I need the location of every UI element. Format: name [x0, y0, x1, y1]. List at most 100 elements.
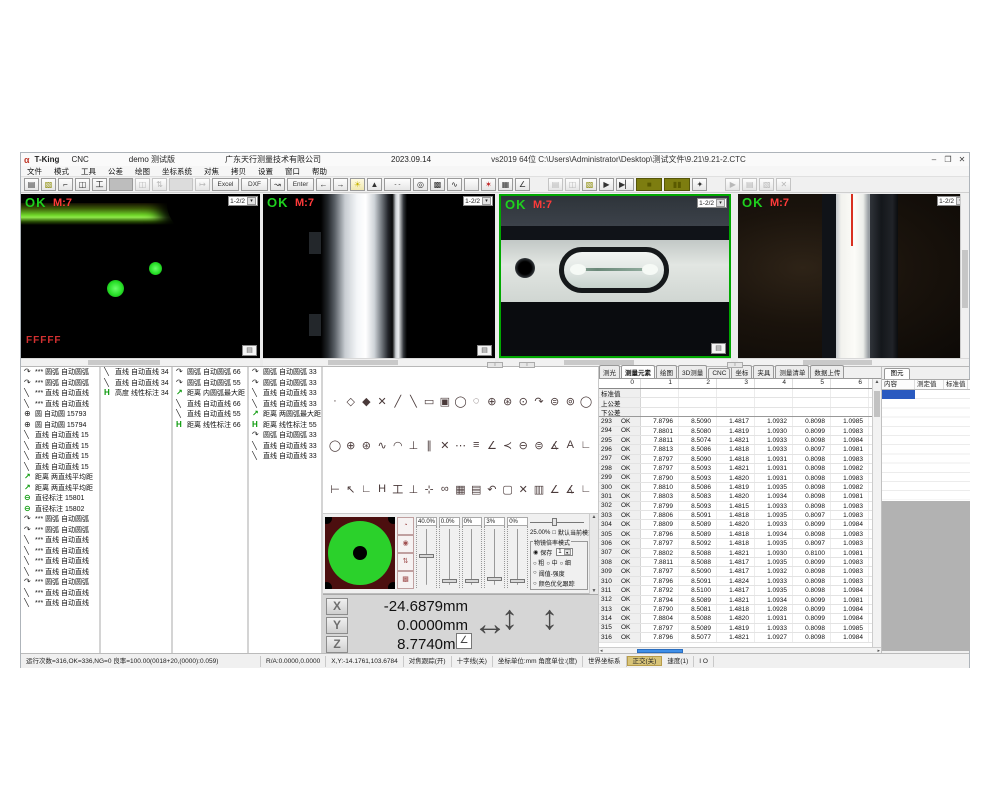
- measure-tool-icon[interactable]: ✕: [375, 395, 389, 408]
- arrow-right-button[interactable]: →: [333, 178, 348, 191]
- excel-export-button[interactable]: Excel: [212, 178, 239, 191]
- column-tool-button[interactable]: 工: [92, 178, 107, 191]
- measurement-row[interactable]: 300OK 7.88108.50861.48191.09350.80981.09…: [599, 483, 872, 492]
- save-disabled-button[interactable]: ▤: [548, 178, 563, 191]
- element-panel-tab[interactable]: 图元: [884, 368, 910, 379]
- measure-tool-icon[interactable]: ⊖: [516, 439, 530, 452]
- tolerance-row[interactable]: 标准值: [599, 389, 872, 398]
- measure-tool-icon[interactable]: ╲: [406, 395, 420, 408]
- light-bulb-button[interactable]: ☀: [350, 178, 365, 191]
- menu-item[interactable]: 坐标系统: [156, 166, 198, 177]
- splitter-handle-icon[interactable]: ≡: [487, 362, 503, 368]
- measure-tool-icon[interactable]: ∠: [548, 483, 562, 496]
- jog-z-arrow[interactable]: ↕: [541, 601, 558, 635]
- splitter-handle-icon[interactable]: ≡: [519, 362, 535, 368]
- camera-selector[interactable]: 1-2/2▾: [697, 198, 727, 208]
- measure-tool-icon[interactable]: ⊕: [485, 395, 499, 408]
- copy-files-disabled-button[interactable]: ◫: [565, 178, 580, 191]
- slider-thumb[interactable]: [487, 577, 502, 581]
- feature-item[interactable]: ╲ *** 直线 自动直线: [21, 399, 99, 410]
- light-panel-scrollbar[interactable]: ▲ ▼: [589, 514, 598, 594]
- probe-tool-button[interactable]: ⌐: [58, 178, 73, 191]
- measurement-row[interactable]: 304OK 7.88098.50891.48201.09330.80991.09…: [599, 520, 872, 529]
- zoom-search-button[interactable]: ◎: [413, 178, 428, 191]
- feature-item[interactable]: H 距离 线性标注 55: [249, 420, 321, 431]
- path-route-button[interactable]: ∿: [447, 178, 462, 191]
- measure-tool-icon[interactable]: ✕: [516, 483, 530, 496]
- radio-on-icon[interactable]: ◉: [533, 549, 538, 556]
- measurement-row[interactable]: 298OK 7.87978.50931.48211.09310.80981.09…: [599, 464, 872, 473]
- feature-item[interactable]: ↗ 距离 两直线平均距: [21, 472, 99, 483]
- measurement-row[interactable]: 296OK 7.88138.50861.48181.09330.80971.09…: [599, 445, 872, 454]
- feature-item[interactable]: ↷ *** 圆弧 自动圆弧: [21, 378, 99, 389]
- chevron-down-icon[interactable]: ▾: [482, 197, 491, 205]
- measurement-row[interactable]: 315OK 7.87978.50891.48191.09330.80981.09…: [599, 624, 872, 633]
- results-tab[interactable]: 测量元素: [621, 365, 655, 378]
- feature-item[interactable]: ↷ *** 圆弧 自动圆弧: [21, 525, 99, 536]
- pane-layers-icon[interactable]: ▤: [711, 343, 726, 354]
- measurement-row[interactable]: 293OK 7.87968.50901.48171.09320.80981.09…: [599, 417, 872, 426]
- measure-tool-icon[interactable]: ⊹: [422, 483, 436, 496]
- blank-button[interactable]: [464, 178, 479, 191]
- scrollbar-thumb[interactable]: [88, 360, 160, 365]
- measure-tool-icon[interactable]: ⊥: [406, 439, 420, 452]
- camera-h-scrollbar[interactable]: [21, 358, 260, 366]
- measure-tool-icon[interactable]: ▢: [501, 483, 515, 496]
- measurement-row[interactable]: 308OK 7.88118.50881.48171.09350.80991.09…: [599, 558, 872, 567]
- results-tab[interactable]: 测光: [599, 365, 620, 378]
- feature-item[interactable]: ╲ *** 直线 自动直线: [21, 535, 99, 546]
- master-light-slider[interactable]: [530, 518, 588, 526]
- feature-item[interactable]: ↷ *** 圆弧 自动圆弧: [21, 577, 99, 588]
- measure-tool-icon[interactable]: ∞: [438, 483, 452, 495]
- open-file-button[interactable]: ▧: [41, 178, 56, 191]
- feature-item[interactable]: ╲ 直线 自动直线 15: [21, 430, 99, 441]
- x-axis-button[interactable]: X: [326, 598, 348, 615]
- measure-tool-icon[interactable]: ◯: [454, 395, 468, 408]
- feature-item[interactable]: ╲ 直线 自动直线 15: [21, 441, 99, 452]
- measure-tool-icon[interactable]: ∟: [359, 483, 373, 495]
- feature-item[interactable]: ⊖ 直径标注 15802: [21, 504, 99, 515]
- measure-tool-icon[interactable]: ⋯: [454, 439, 468, 452]
- measure-tool-icon[interactable]: ↶: [485, 483, 499, 496]
- measurement-row[interactable]: 311OK 7.87928.51001.48171.09350.80981.09…: [599, 586, 872, 595]
- measure-tool-icon[interactable]: ⊕: [344, 439, 358, 452]
- measurement-row[interactable]: 310OK 7.87968.50911.48241.09330.80981.09…: [599, 577, 872, 586]
- measure-tool-icon[interactable]: ◆: [359, 395, 373, 408]
- feature-item[interactable]: ↷ 圆弧 自动圆弧 55: [173, 378, 247, 389]
- camera-view-4[interactable]: OK M:7 1-2/2▾: [738, 194, 969, 358]
- feature-item[interactable]: ╲ 直线 自动直线 33: [249, 388, 321, 399]
- measurement-row[interactable]: 302OK 7.87998.50931.48151.09330.80981.09…: [599, 502, 872, 511]
- light-option[interactable]: ○ 阈值-强度: [533, 569, 586, 578]
- menu-item[interactable]: 对焦: [198, 166, 225, 177]
- measure-tool-icon[interactable]: ∿: [375, 439, 389, 452]
- y-axis-button[interactable]: Y: [326, 617, 348, 634]
- measurement-row[interactable]: 299OK 7.87908.50931.48201.09310.80981.09…: [599, 474, 872, 483]
- checkbox-icon[interactable]: □: [552, 530, 556, 536]
- measure-tool-icon[interactable]: ∡: [548, 439, 562, 452]
- open-disabled-button[interactable]: ▧: [759, 178, 774, 191]
- magnification-select[interactable]: 1▾: [556, 548, 572, 556]
- camera-view-1[interactable]: OK M:7 FFFFF 1-2/2▾ ▤: [21, 194, 260, 358]
- measure-tool-icon[interactable]: ◠: [391, 439, 405, 452]
- tolerance-row[interactable]: 下公差: [599, 408, 872, 417]
- measure-tool-icon[interactable]: ◯: [328, 439, 342, 452]
- scrollbar-thumb[interactable]: [962, 250, 968, 308]
- level-option[interactable]: ○ 中: [546, 558, 557, 567]
- chevron-down-icon[interactable]: ▾: [716, 199, 725, 207]
- measurement-row[interactable]: 301OK 7.88038.50831.48201.09340.80981.09…: [599, 492, 872, 501]
- measure-tool-icon[interactable]: ◇: [344, 395, 358, 408]
- feature-item[interactable]: ⊖ 直径标注 15801: [21, 493, 99, 504]
- ring-light-circle[interactable]: [328, 521, 392, 585]
- menu-item[interactable]: 工具: [75, 166, 102, 177]
- feature-item[interactable]: ╲ 直线 自动直线 34: [101, 378, 171, 389]
- element-rows[interactable]: [882, 390, 970, 500]
- measurement-row[interactable]: 313OK 7.87908.50811.48181.09280.80991.09…: [599, 605, 872, 614]
- feature-item[interactable]: ↷ 圆弧 自动圆弧 33: [249, 378, 321, 389]
- menu-item[interactable]: 文件: [21, 166, 48, 177]
- edge-tool-button[interactable]: ◫: [75, 178, 90, 191]
- measure-tool-icon[interactable]: ≺: [501, 439, 515, 452]
- angle-jog-button[interactable]: ∠: [456, 633, 472, 649]
- feature-item[interactable]: ↗ 距离 内圆弧最大距: [173, 388, 247, 399]
- ring-shift-icon[interactable]: ⇅: [397, 553, 414, 571]
- measure-tool-icon[interactable]: ✕: [438, 439, 452, 452]
